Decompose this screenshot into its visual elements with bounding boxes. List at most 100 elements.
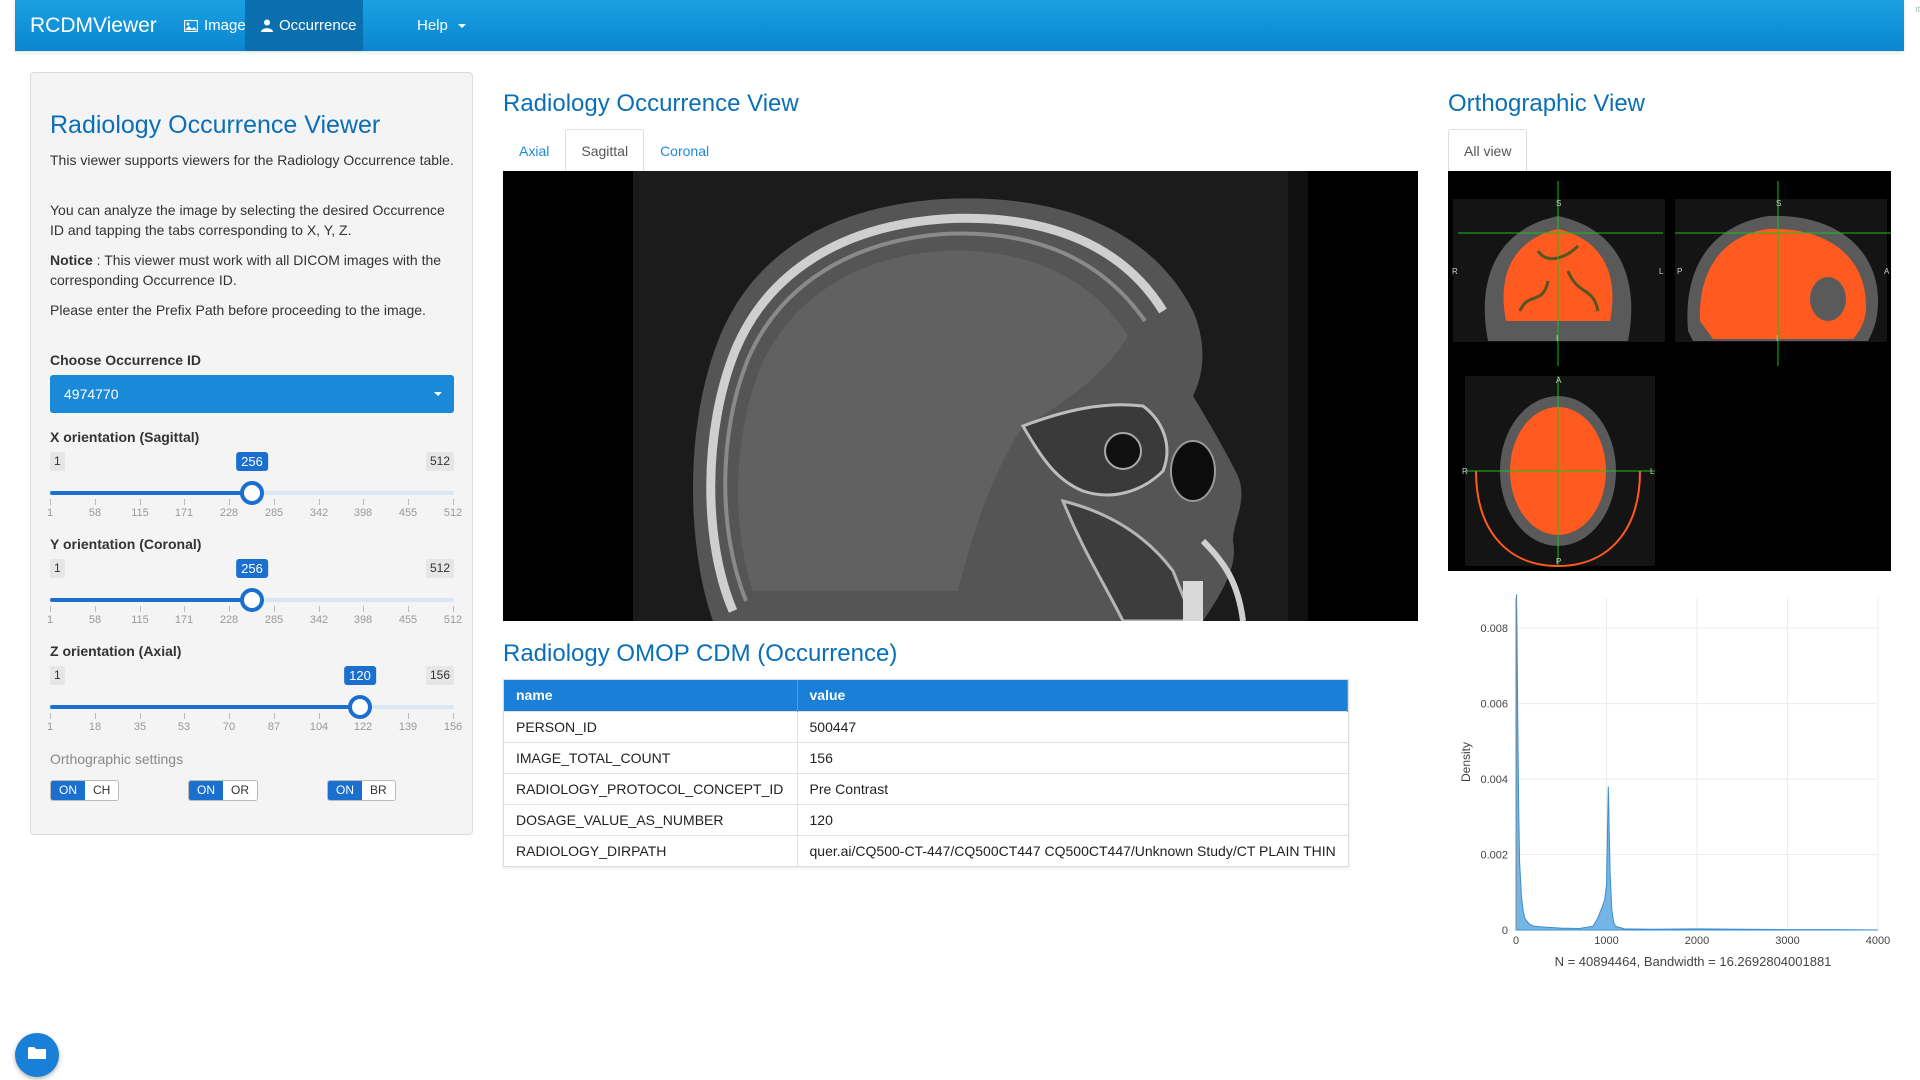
tab-sagittal[interactable]: Sagittal [565,129,645,171]
crosshair-toggle[interactable]: ON CH [50,780,120,801]
brain-toggle-on[interactable]: ON [328,781,362,800]
y-tick-label: 0.006 [1480,699,1508,711]
brand-logo[interactable]: RCDMViewer [30,0,157,51]
tab-axial[interactable]: Axial [503,129,565,171]
ortho-label-l3: L [1650,467,1655,476]
density-chart: 0 0.002 0.004 0.006 0.008 0 1000 2000 3000 4000 D… [1448,590,1891,980]
table-row: DOSAGE_VALUE_AS_NUMBER 120 [504,803,1348,835]
slider-tick [50,713,51,719]
slider-tick [140,606,141,612]
slider-tick-label: 1 [46,721,54,733]
table-row: RADIOLOGY_DIRPATH quer.ai/CQ500-CT-447/CQ… [504,834,1348,866]
ortho-label-p2: P [1677,267,1682,276]
slider-tick [95,499,96,505]
slider-tick-label: 512 [443,614,463,626]
slider-thumb[interactable] [348,695,372,719]
slider-max-label: 512 [425,559,454,578]
slider-tick-label: 53 [177,721,191,733]
density-svg: 0 0.002 0.004 0.006 0.008 0 1000 2000 3000 4000 D… [1459,594,1890,969]
crosshair-toggle-on[interactable]: ON [51,781,85,800]
orthographic-settings-label: Orthographic settings [50,751,184,767]
slider-tick [274,499,275,505]
slider-tick-label: 115 [131,614,149,626]
app-root: RCDMViewer Image Occurrence Help ıt Radi… [0,0,1920,1080]
corner-indicator: ıt [1914,4,1920,14]
dropdown-caret-icon [434,392,442,396]
tab-all-view[interactable]: All view [1448,129,1528,171]
brain-toggle-off[interactable]: BR [362,781,395,800]
ct-slice-graphic [633,171,1308,621]
slider-track-fill [50,491,252,495]
slider-tick [319,606,320,612]
brain-toggle[interactable]: ON BR [327,780,396,801]
row-value: 500447 [797,710,1348,742]
slider-tick [408,606,409,612]
row-value: Pre Contrast [797,772,1348,804]
slider-value-badge: 256 [236,559,268,578]
orientation-toggle-on[interactable]: ON [189,781,223,800]
y-orientation-slider[interactable]: 1 512 256 1 58 115 171 228 285 342 398 455 512 [46,559,462,629]
ortho-label-p3: P [1556,557,1561,566]
y-orientation-label: Y orientation (Coronal) [50,536,202,552]
slider-tick-label: 156 [443,721,463,733]
slider-tick [184,606,185,612]
slider-min-label: 1 [50,666,65,685]
slider-tick [184,713,185,719]
table-row: RADIOLOGY_PROTOCOL_CONCEPT_ID Pre Contras… [504,772,1348,804]
nav-occurrence[interactable]: Occurrence [245,0,363,51]
orientation-toggle[interactable]: ON OR [188,780,258,801]
slider-tick-label: 455 [398,507,418,519]
slider-tick-label: 1 [46,507,54,519]
slider-tick [453,713,454,719]
sidebar-title: Radiology Occurrence Viewer [50,111,381,139]
folder-button[interactable] [15,1033,59,1077]
choose-occurrence-label: Choose Occurrence ID [50,352,201,368]
crosshair-toggle-off[interactable]: CH [85,781,119,800]
slider-tick-label: 342 [309,614,329,626]
x-orientation-label: X orientation (Sagittal) [50,429,200,445]
slider-tick [453,606,454,612]
ortho-label-a3: A [1556,376,1562,385]
occurrence-view-title: Radiology Occurrence View [503,90,799,117]
table-row: PERSON_ID 500447 [504,710,1348,742]
row-value: 156 [797,741,1348,773]
z-orientation-slider[interactable]: 1 156 120 1 18 35 53 70 87 104 122 139 156 [46,666,462,736]
slider-tick-label: 104 [309,721,329,733]
y-tick-label: 0.002 [1480,850,1508,862]
orthographic-view-panel[interactable]: S I R L S I P A A P R L [1448,171,1891,571]
slider-tick-label: 512 [443,507,463,519]
sagittal-ct-image[interactable] [503,171,1418,621]
header-value[interactable]: value [797,680,1348,711]
orientation-tabs: Axial Sagittal Coronal [503,129,725,171]
slider-tick-label: 1 [46,614,54,626]
table-header-row: name value [504,680,1348,711]
user-icon [261,19,273,32]
slider-thumb[interactable] [240,588,264,612]
notice-label: Notice [50,252,93,268]
slider-tick [95,713,96,719]
tab-coronal[interactable]: Coronal [644,129,725,171]
occurrence-id-select[interactable]: 4974770 [50,375,454,413]
header-name[interactable]: name [504,680,798,711]
folder-icon [28,1046,46,1065]
slider-tick [408,499,409,505]
occurrence-id-value: 4974770 [64,386,119,402]
slider-tick-label: 455 [398,614,418,626]
density-caption: N = 40894464, Bandwidth = 16.26928040018… [1555,954,1832,969]
image-icon [184,19,198,32]
slider-max-label: 512 [425,452,454,471]
slider-tick [319,499,320,505]
row-name: RADIOLOGY_PROTOCOL_CONCEPT_ID [504,772,798,804]
orientation-toggle-off[interactable]: OR [223,781,257,800]
slider-tick [229,713,230,719]
slider-tick [363,606,364,612]
slider-thumb[interactable] [240,481,264,505]
nav-help[interactable]: Help [401,0,482,51]
slider-tick-label: 398 [353,507,373,519]
slider-tick-label: 171 [174,614,194,626]
slider-tick-label: 342 [309,507,329,519]
x-orientation-slider[interactable]: 1 512 256 1 58 115 171 228 285 342 398 455 512 [46,452,462,522]
orthographic-view-title: Orthographic View [1448,90,1645,117]
x-tick-label: 1000 [1594,935,1618,947]
y-tick-label: 0.008 [1480,623,1508,635]
